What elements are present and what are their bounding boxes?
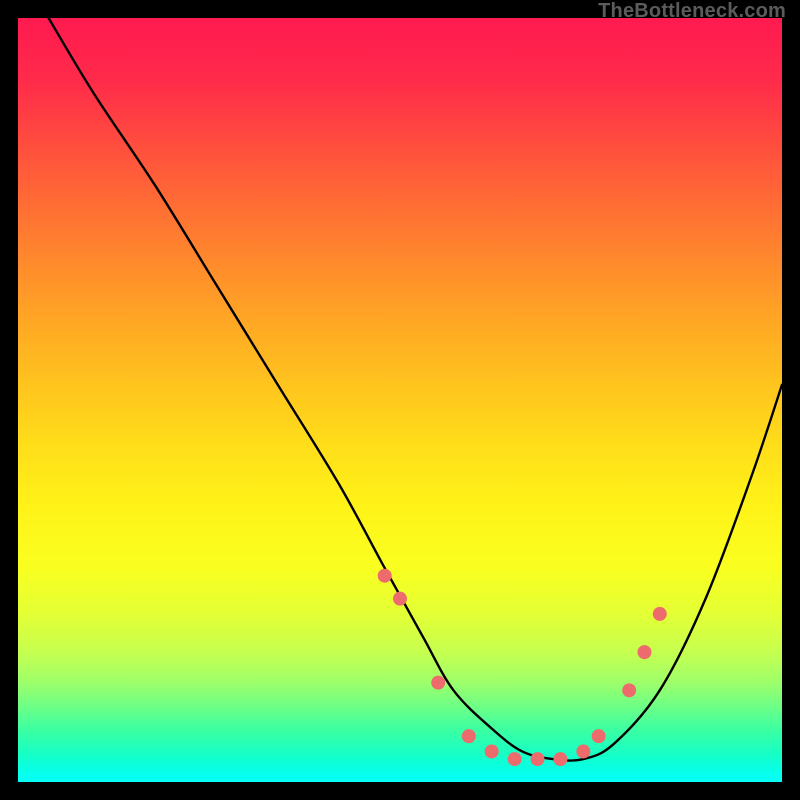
- highlight-marker: [393, 592, 407, 606]
- highlight-marker: [653, 607, 667, 621]
- chart-svg: [18, 18, 782, 782]
- highlight-marker: [622, 683, 636, 697]
- highlight-marker: [592, 729, 606, 743]
- highlight-marker: [462, 729, 476, 743]
- highlight-marker: [576, 744, 590, 758]
- highlight-marker: [378, 569, 392, 583]
- bottleneck-curve: [49, 18, 782, 761]
- highlight-marker: [431, 676, 445, 690]
- chart-frame: [18, 18, 782, 782]
- highlight-marker: [553, 752, 567, 766]
- highlight-marker: [637, 645, 651, 659]
- highlight-marker: [485, 744, 499, 758]
- highlight-marker: [508, 752, 522, 766]
- highlight-marker: [531, 752, 545, 766]
